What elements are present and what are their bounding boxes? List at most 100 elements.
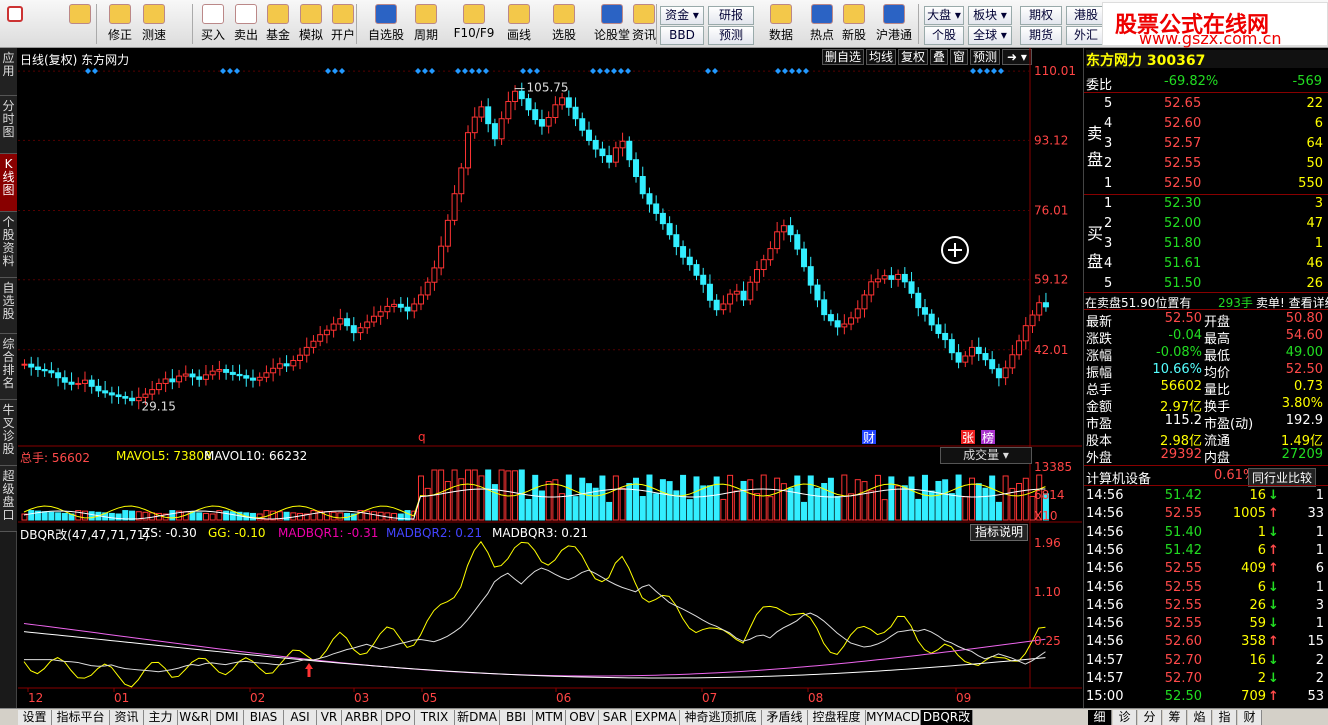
toolbar-button-filter[interactable]: 选股 <box>548 4 580 46</box>
toolbar-button-lock[interactable]: 开户 <box>327 4 359 46</box>
kline-chart[interactable]: 110.01 93.12 76.01 59.12 42.01 105.75 29.15 q 财 张… <box>18 48 1082 708</box>
toolbar-button-sell[interactable]: 卖出 <box>230 4 262 46</box>
toolbar-button-star[interactable]: 自选股 <box>364 4 408 46</box>
indicator-tab[interactable]: BIAS <box>244 710 284 725</box>
indicator-tab[interactable]: DPO <box>382 710 415 725</box>
indicator-tab[interactable]: OBV <box>566 710 599 725</box>
toolbar-button-hkconnect[interactable]: 沪港通 <box>872 4 916 46</box>
quote-panel-tab[interactable]: 指 <box>1213 710 1237 725</box>
toolbar-button-hot[interactable]: 热点 <box>806 4 838 46</box>
indicator-tab[interactable]: 控盘程度 <box>808 710 866 725</box>
month-label: 09 <box>956 691 971 705</box>
indicator-explain-button[interactable]: 指标说明 <box>970 524 1028 541</box>
indicator-tab[interactable]: ARBR <box>342 710 382 725</box>
left-tab[interactable]: 应用 <box>0 48 17 96</box>
toolbar-button-newstock[interactable]: 新股 <box>838 4 870 46</box>
stat-label: 内盘 <box>1204 451 1231 466</box>
toolbar-separator <box>918 4 919 44</box>
event-marker-cai[interactable]: 财 <box>863 431 875 445</box>
quote-panel-tab[interactable]: 分 <box>1138 710 1162 725</box>
quote-panel-tab[interactable]: 细 <box>1088 710 1112 725</box>
indicator-tab[interactable]: 矛盾线 <box>762 710 808 725</box>
volume-bar <box>888 476 895 521</box>
volume-bar <box>565 474 572 521</box>
toolbar-button-speed-clock[interactable]: 测速 <box>138 4 170 46</box>
indicator-tab[interactable]: VR <box>317 710 342 725</box>
toolbar-button-f10[interactable]: F10/F9 <box>452 4 496 46</box>
toolbar-mini-button[interactable]: 港股 <box>1066 6 1106 25</box>
signal-diamond <box>534 68 540 74</box>
toolbar-button-hammer[interactable]: 模拟 <box>295 4 327 46</box>
toolbar-mini-button[interactable]: 期权 <box>1020 6 1062 25</box>
quote-panel-tab[interactable]: 筹 <box>1163 710 1187 725</box>
indicator-tab[interactable]: BBI <box>500 710 533 725</box>
indicator-tab[interactable]: MYMACD <box>866 710 921 725</box>
indicator-tab[interactable]: 资讯 <box>110 710 144 725</box>
indicator-tab[interactable]: 新DMA <box>455 710 500 725</box>
indicator-tab[interactable]: 主力 <box>144 710 178 725</box>
divider <box>1084 309 1328 310</box>
quote-panel-tab[interactable]: 财 <box>1238 710 1262 725</box>
left-tab[interactable]: 超级盘口 <box>0 466 17 532</box>
left-tab[interactable]: K线图 <box>0 154 17 212</box>
toolbar-button-back-arrow[interactable] <box>64 4 96 46</box>
toolbar-button-pe[interactable]: 数据 <box>765 4 797 46</box>
quote-panel-tab[interactable]: 焰 <box>1188 710 1212 725</box>
toolbar-button-clock[interactable]: 周期 <box>410 4 442 46</box>
indicator-madbqr1: MADBQR1: -0.31 <box>278 526 379 540</box>
tick-volume: 1005 <box>1232 506 1266 522</box>
candle-body <box>88 379 95 387</box>
toolbar-mini-button[interactable]: 全球 ▾ <box>968 26 1012 45</box>
candle-body <box>337 318 344 325</box>
tick-volume: 6 <box>1257 542 1266 558</box>
candle-body <box>1022 325 1029 342</box>
left-tab[interactable]: 牛叉诊股 <box>0 400 17 466</box>
month-label: 07 <box>702 691 717 705</box>
candle-body <box>55 372 62 379</box>
event-marker-bang[interactable]: 榜 <box>982 430 994 445</box>
toolbar-mini-button[interactable]: BBD <box>660 26 704 45</box>
event-marker-zhang[interactable]: 张 <box>962 431 974 445</box>
indicator-tab[interactable]: 设置 <box>18 710 52 725</box>
toolbar-mini-button[interactable]: 个股 <box>924 26 964 45</box>
toolbar-mini-button[interactable]: 资金 ▾ <box>660 6 704 25</box>
candle-body <box>391 303 398 307</box>
indicator-tab[interactable]: DBQR改 <box>921 710 973 725</box>
indicator-tab[interactable]: SAR <box>599 710 632 725</box>
volume-dropdown[interactable]: 成交量 ▾ <box>940 447 1032 464</box>
toolbar-mini-button[interactable]: 大盘 ▾ <box>924 6 964 25</box>
indicator-tab[interactable]: TRIX <box>415 710 455 725</box>
volume-mavol10: MAVOL10: 66232 <box>204 449 308 463</box>
indicator-tab[interactable]: MTM <box>533 710 566 725</box>
indicator-tab[interactable]: EXPMA <box>632 710 680 725</box>
left-tab[interactable]: 个股资料 <box>0 212 17 278</box>
indicator-tab[interactable]: 指标平台 <box>52 710 110 725</box>
toolbar-button-pen[interactable]: 画线 <box>503 4 535 46</box>
toolbar-button-fund[interactable]: 基金 <box>262 4 294 46</box>
signal-diamond <box>462 68 468 74</box>
toolbar-button-buy[interactable]: 买入 <box>197 4 229 46</box>
signal-diamond <box>984 68 990 74</box>
volume-bar <box>532 474 539 521</box>
candle-body <box>417 294 424 305</box>
toolbar-button-up-down-arrow[interactable]: 修正 <box>104 4 136 46</box>
toolbar-mini-button[interactable]: 板块 ▾ <box>968 6 1012 25</box>
toolbar-label: 模拟 <box>298 28 323 42</box>
quote-panel-tab[interactable]: 诊 <box>1113 710 1137 725</box>
toolbar-label: 选股 <box>551 28 576 42</box>
left-tab[interactable]: 分时图 <box>0 96 17 154</box>
left-tab[interactable]: 自选股 <box>0 278 17 334</box>
indicator-tab[interactable]: DMI <box>211 710 244 725</box>
toolbar-mini-button[interactable]: 期货 <box>1020 26 1062 45</box>
candle-body <box>915 292 922 309</box>
indicator-tab[interactable]: 神奇逃顶抓底 <box>680 710 762 725</box>
candle-body <box>680 246 687 258</box>
toolbar-mini-button[interactable]: 外汇 <box>1066 26 1106 45</box>
indicator-tab[interactable]: ASI <box>284 710 317 725</box>
candle-body <box>1042 302 1049 308</box>
toolbar-mini-button[interactable]: 研报 <box>708 6 754 25</box>
app-logo-icon[interactable] <box>4 6 26 48</box>
left-tab[interactable]: 综合排名 <box>0 334 17 400</box>
indicator-tab[interactable]: W&R <box>178 710 211 725</box>
toolbar-mini-button[interactable]: 预测 <box>708 26 754 45</box>
